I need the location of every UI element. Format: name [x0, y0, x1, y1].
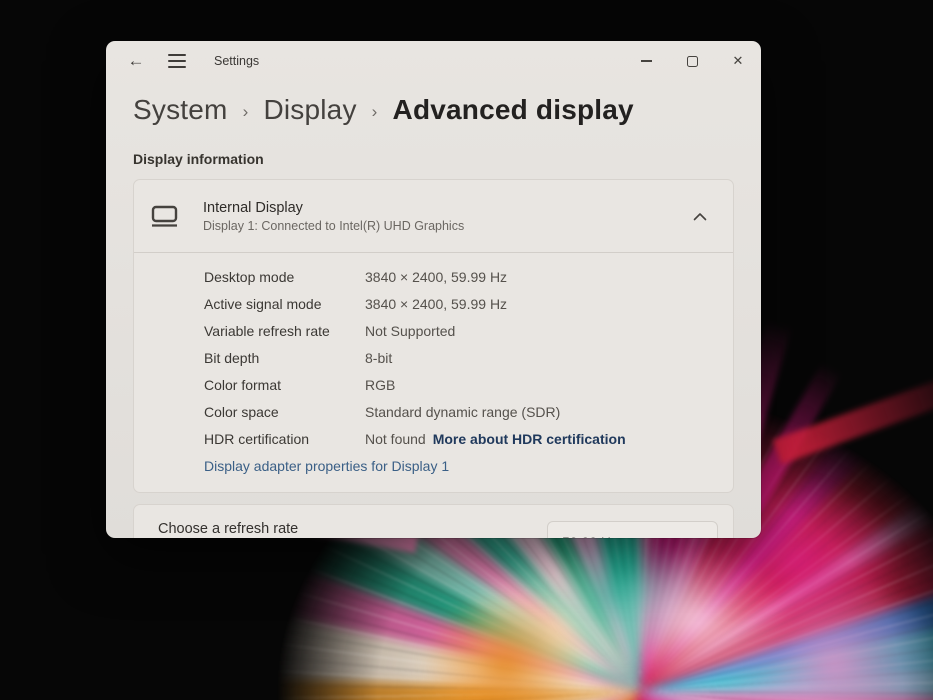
- titlebar: ← Settings ✕: [106, 41, 761, 81]
- hdr-more-link[interactable]: More about HDR certification: [433, 431, 626, 447]
- table-row: Color format RGB: [204, 371, 715, 398]
- breadcrumb-display[interactable]: Display: [263, 94, 356, 126]
- app-title: Settings: [214, 54, 259, 68]
- row-value: Not Supported: [365, 323, 715, 339]
- refresh-rate-value: 59.99 Hz: [562, 534, 618, 538]
- breadcrumb: System › Display › Advanced display: [133, 94, 734, 126]
- minimize-button[interactable]: [623, 41, 669, 81]
- row-value: RGB: [365, 377, 715, 393]
- table-row: Variable refresh rate Not Supported: [204, 317, 715, 344]
- table-row: Desktop mode 3840 × 2400, 59.99 Hz: [204, 263, 715, 290]
- display-expander-header[interactable]: Internal Display Display 1: Connected to…: [134, 180, 733, 252]
- row-label: Active signal mode: [204, 296, 365, 312]
- hdr-status: Not found: [365, 431, 426, 447]
- display-details: Desktop mode 3840 × 2400, 59.99 Hz Activ…: [134, 253, 733, 492]
- section-title: Display information: [133, 151, 734, 167]
- row-value: 8-bit: [365, 350, 715, 366]
- table-row: Active signal mode 3840 × 2400, 59.99 Hz: [204, 290, 715, 317]
- row-label: Bit depth: [204, 350, 365, 366]
- chevron-right-icon: ›: [372, 102, 378, 122]
- back-arrow-icon: ←: [128, 51, 145, 71]
- back-button[interactable]: ←: [122, 46, 150, 76]
- table-row: HDR certification Not found More about HD…: [204, 425, 715, 452]
- window-controls: ✕: [623, 41, 761, 81]
- maximize-button[interactable]: [669, 41, 715, 81]
- row-value: Standard dynamic range (SDR): [365, 404, 715, 420]
- row-label: Color space: [204, 404, 365, 420]
- monitor-icon: [151, 205, 178, 227]
- chevron-up-icon: [693, 212, 707, 221]
- close-button[interactable]: ✕: [715, 41, 761, 81]
- refresh-rate-dropdown[interactable]: 59.99 Hz: [547, 521, 718, 538]
- refresh-rate-card: Choose a refresh rate 59.99 Hz: [133, 504, 734, 538]
- row-label: HDR certification: [204, 431, 365, 447]
- settings-window: ← Settings ✕ System › Display › Advanced…: [106, 41, 761, 538]
- close-icon: ✕: [733, 53, 744, 69]
- row-value: 3840 × 2400, 59.99 Hz: [365, 296, 715, 312]
- table-row: Bit depth 8-bit: [204, 344, 715, 371]
- row-label: Color format: [204, 377, 365, 393]
- maximize-icon: [687, 56, 698, 67]
- minimize-icon: [641, 60, 652, 62]
- row-value: Not found More about HDR certification: [365, 431, 715, 447]
- hamburger-icon: [168, 54, 186, 56]
- breadcrumb-system[interactable]: System: [133, 94, 228, 126]
- table-row: Color space Standard dynamic range (SDR): [204, 398, 715, 425]
- display-information-card: Internal Display Display 1: Connected to…: [133, 179, 734, 493]
- display-adapter-properties-link[interactable]: Display adapter properties for Display 1: [204, 452, 715, 479]
- display-card-subtitle: Display 1: Connected to Intel(R) UHD Gra…: [203, 219, 464, 233]
- refresh-rate-label: Choose a refresh rate: [158, 521, 298, 537]
- navigation-menu-button[interactable]: [162, 46, 192, 76]
- chevron-right-icon: ›: [243, 102, 249, 122]
- row-value: 3840 × 2400, 59.99 Hz: [365, 269, 715, 285]
- row-label: Desktop mode: [204, 269, 365, 285]
- row-label: Variable refresh rate: [204, 323, 365, 339]
- display-card-title: Internal Display: [203, 200, 464, 216]
- page-title: Advanced display: [393, 94, 634, 126]
